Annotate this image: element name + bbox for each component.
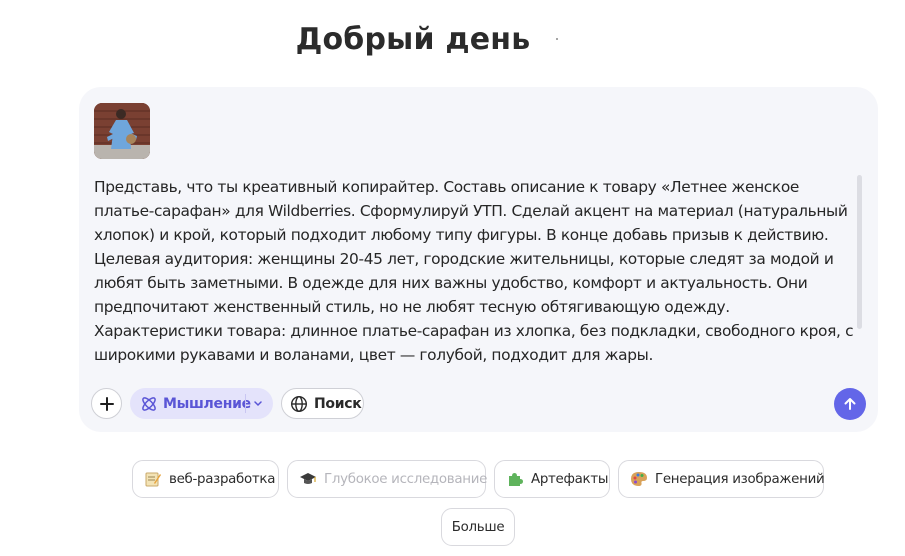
search-label: Поиск: [314, 395, 362, 412]
suggestion-web-dev[interactable]: веб-разработка: [132, 460, 279, 498]
send-button[interactable]: [834, 388, 866, 420]
dress-photo-icon: [94, 103, 150, 159]
puzzle-piece-icon: [506, 470, 524, 488]
thinking-toggle-button[interactable]: Мышление: [130, 388, 273, 419]
chevron-down-icon[interactable]: [251, 396, 265, 410]
suggestion-label: веб-разработка: [169, 471, 276, 487]
globe-icon: [290, 395, 308, 412]
suggestion-label: Глубокое исследование: [324, 471, 488, 487]
graduation-cap-icon: [299, 470, 317, 488]
suggestion-label: Артефакты: [531, 471, 609, 487]
thinking-label: Мышление: [163, 395, 251, 412]
arrow-up-icon: [844, 398, 856, 410]
suggestion-artifacts[interactable]: Артефакты: [494, 460, 610, 498]
search-toggle-button[interactable]: Поиск: [281, 388, 364, 419]
composer-toolbar: Мышление Поиск: [91, 388, 867, 420]
attached-image-thumbnail[interactable]: [94, 103, 150, 159]
palette-icon: [630, 470, 648, 488]
chat-composer[interactable]: Представь, что ты креативный копирайтер.…: [79, 87, 878, 432]
prompt-paragraph: Представь, что ты креативный копирайтер.…: [94, 178, 848, 244]
memo-icon: [144, 470, 162, 488]
more-suggestions-button[interactable]: Больше: [441, 508, 515, 546]
plus-icon: [99, 396, 114, 411]
suggestion-label: Больше: [451, 519, 505, 535]
prompt-paragraph: Целевая аудитория: женщины 20-45 лет, го…: [94, 250, 834, 316]
suggestion-deep-research[interactable]: Глубокое исследование: [287, 460, 488, 498]
divider: [245, 394, 246, 413]
suggestion-label: Генерация изображений: [655, 471, 825, 487]
decorative-dot: [556, 38, 558, 40]
greeting-title: Добрый день: [295, 22, 531, 57]
add-attachment-button[interactable]: [91, 388, 122, 419]
atom-icon: [142, 396, 156, 411]
suggestion-image-generation[interactable]: Генерация изображений: [618, 460, 825, 498]
prompt-text[interactable]: Представь, что ты креативный копирайтер.…: [94, 175, 854, 371]
prompt-scrollbar[interactable]: [857, 175, 862, 329]
prompt-paragraph: Характеристики товара: длинное платье-са…: [94, 322, 854, 364]
